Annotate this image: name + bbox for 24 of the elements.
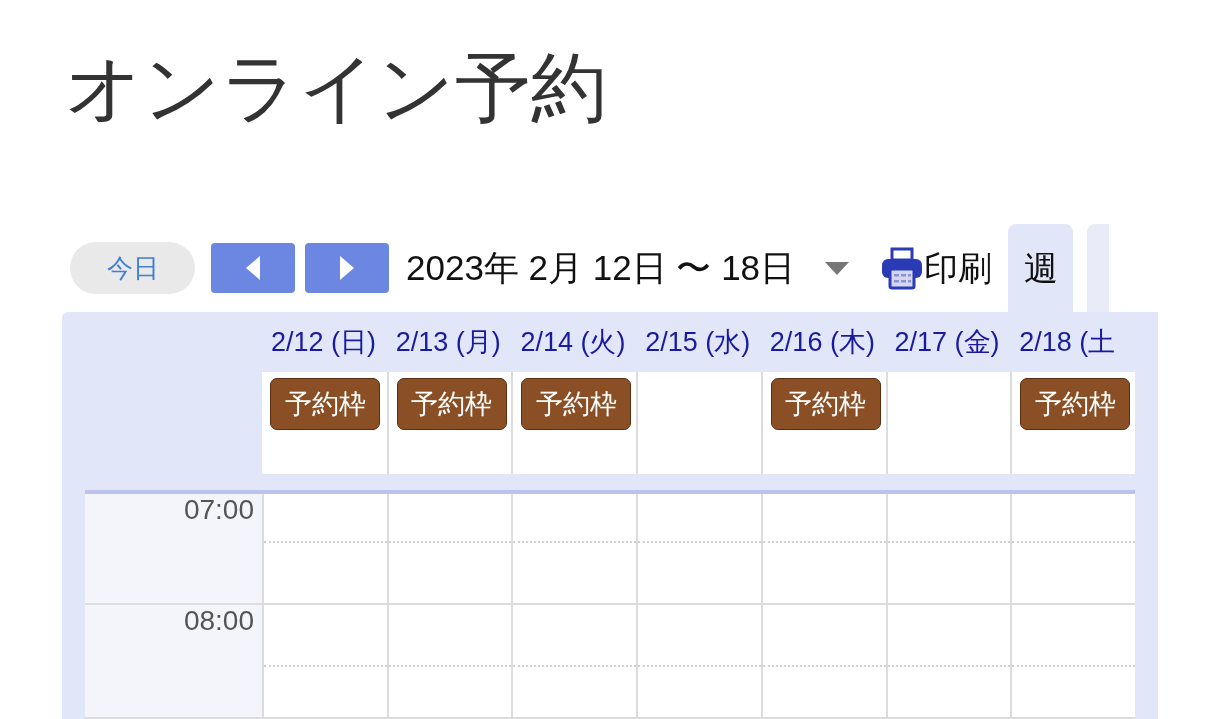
- caret-down-icon[interactable]: [825, 261, 850, 275]
- day-header-link[interactable]: 2/18 (土: [1010, 312, 1135, 372]
- next-button[interactable]: [305, 243, 389, 293]
- booking-slot-button[interactable]: 予約枠: [270, 378, 380, 430]
- booking-slot-button[interactable]: 予約枠: [1020, 378, 1131, 430]
- caret-left-icon: [246, 256, 260, 280]
- day-header-link[interactable]: 2/12 (日): [262, 312, 387, 372]
- printer-icon: [880, 246, 925, 290]
- booking-slot-button[interactable]: 予約枠: [770, 378, 881, 430]
- day-header-link[interactable]: 2/14 (火): [511, 312, 637, 372]
- time-label: 07:00: [85, 494, 262, 605]
- previous-button[interactable]: [211, 243, 295, 293]
- booking-slot-button[interactable]: 予約枠: [396, 378, 507, 430]
- view-tab[interactable]: 週: [1008, 224, 1074, 312]
- day-header-link[interactable]: 2/16 (木): [760, 312, 886, 372]
- caret-right-icon: [340, 256, 354, 280]
- print-button[interactable]: 印刷: [880, 242, 993, 294]
- time-label: 08:00: [85, 605, 262, 719]
- page-title: オンライン予約: [65, 44, 608, 132]
- day-header-link[interactable]: 2/17 (金): [885, 312, 1011, 372]
- day-header-link[interactable]: 2/13 (月): [386, 312, 512, 372]
- booking-slot-button[interactable]: 予約枠: [521, 378, 632, 430]
- day-header-link[interactable]: 2/15 (水): [636, 312, 761, 372]
- date-range-label: 2023年 2月 12日 〜 18日: [406, 246, 796, 289]
